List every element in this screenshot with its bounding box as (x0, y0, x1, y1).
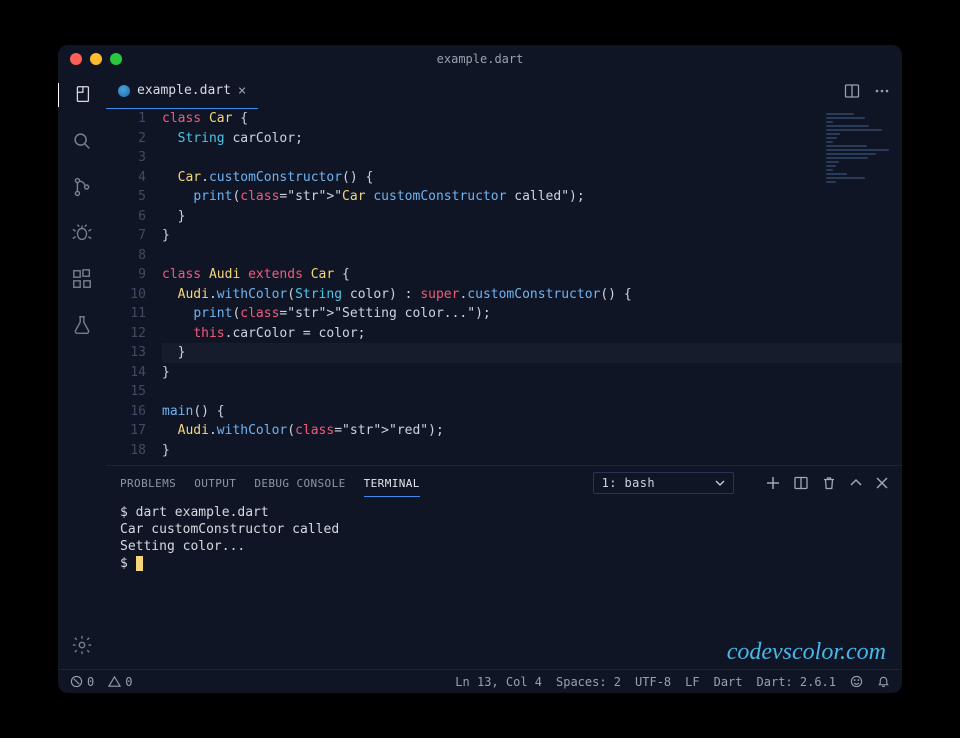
dart-file-icon (118, 85, 130, 97)
editor-window: example.dart (58, 45, 902, 693)
new-terminal-icon[interactable] (766, 476, 780, 490)
file-tab-example-dart[interactable]: example.dart × (106, 73, 258, 109)
notifications-bell-icon[interactable] (877, 675, 890, 688)
terminal-cursor (136, 556, 143, 571)
code-editor[interactable]: 123456789101112131415161718 class Car { … (106, 109, 902, 465)
maximize-panel-icon[interactable] (850, 477, 862, 489)
window-title: example.dart (437, 52, 524, 66)
kill-terminal-icon[interactable] (822, 476, 836, 490)
close-window-button[interactable] (70, 53, 82, 65)
watermark-text: codevscolor.com (727, 644, 886, 661)
minimap[interactable] (826, 113, 896, 183)
debug-icon[interactable] (70, 221, 94, 245)
settings-gear-icon[interactable] (70, 633, 94, 657)
status-eol[interactable]: LF (685, 675, 699, 689)
testing-icon[interactable] (70, 313, 94, 337)
terminal-selector-dropdown[interactable]: 1: bash (593, 472, 734, 494)
status-indentation[interactable]: Spaces: 2 (556, 675, 621, 689)
current-line-highlight (162, 343, 902, 363)
terminal-selector-label: 1: bash (602, 476, 655, 490)
terminal-actions (766, 476, 888, 490)
line-number-gutter: 123456789101112131415161718 (106, 109, 162, 465)
editor-column: example.dart × 1234567891011121314151617… (106, 73, 902, 669)
status-language[interactable]: Dart (714, 675, 743, 689)
status-warnings[interactable]: 0 (108, 675, 132, 689)
tab-filename: example.dart (137, 83, 231, 98)
tab-close-icon[interactable]: × (238, 83, 246, 99)
editor-actions (844, 73, 902, 109)
panel-tab-output[interactable]: OUTPUT (194, 477, 236, 490)
chevron-down-icon (715, 478, 725, 488)
extensions-icon[interactable] (70, 267, 94, 291)
more-actions-icon[interactable] (874, 83, 890, 99)
panel-tab-problems[interactable]: PROBLEMS (120, 477, 176, 490)
explorer-icon[interactable] (58, 83, 105, 107)
split-editor-icon[interactable] (844, 83, 860, 99)
titlebar: example.dart (58, 45, 902, 73)
status-dart-sdk[interactable]: Dart: 2.6.1 (757, 675, 836, 689)
panel-tab-bar: PROBLEMS OUTPUT DEBUG CONSOLE TERMINAL 1… (106, 466, 902, 500)
bottom-panel: PROBLEMS OUTPUT DEBUG CONSOLE TERMINAL 1… (106, 465, 902, 669)
tab-bar: example.dart × (106, 73, 902, 109)
panel-tab-debug-console[interactable]: DEBUG CONSOLE (254, 477, 345, 490)
feedback-icon[interactable] (850, 675, 863, 688)
window-controls (70, 53, 122, 65)
terminal-output[interactable]: $ dart example.dart Car customConstructo… (106, 500, 902, 669)
status-errors[interactable]: 0 (70, 675, 94, 689)
status-cursor-position[interactable]: Ln 13, Col 4 (455, 675, 542, 689)
activity-bar (58, 73, 106, 669)
status-encoding[interactable]: UTF-8 (635, 675, 671, 689)
code-content[interactable]: class Car { String carColor; Car.customC… (162, 109, 902, 465)
main-area: example.dart × 1234567891011121314151617… (58, 73, 902, 669)
source-control-icon[interactable] (70, 175, 94, 199)
search-icon[interactable] (70, 129, 94, 153)
split-terminal-icon[interactable] (794, 476, 808, 490)
minimize-window-button[interactable] (90, 53, 102, 65)
panel-tab-terminal[interactable]: TERMINAL (364, 477, 420, 497)
maximize-window-button[interactable] (110, 53, 122, 65)
close-panel-icon[interactable] (876, 477, 888, 489)
status-bar: 0 0 Ln 13, Col 4 Spaces: 2 UTF-8 LF Dart… (58, 669, 902, 693)
